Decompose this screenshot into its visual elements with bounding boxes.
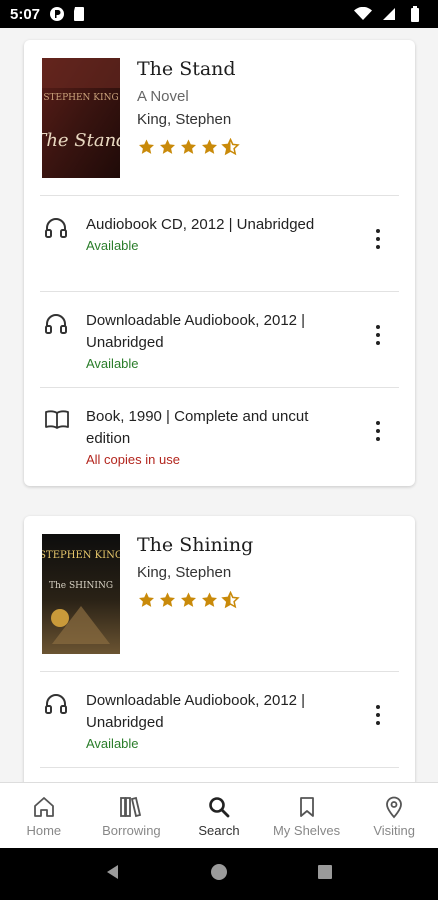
book-title[interactable]: The Shining bbox=[137, 534, 253, 556]
format-row[interactable]: Downloadable Audiobook, 2012 | Unabridge… bbox=[40, 672, 399, 768]
book-subtitle: A Novel bbox=[137, 88, 189, 105]
status-bar: 5:07 bbox=[0, 0, 438, 28]
format-row[interactable]: Downloadable Audiobook, 2012 | Unabridge… bbox=[40, 292, 399, 388]
home-icon bbox=[31, 794, 57, 820]
tab-my-shelves[interactable]: My Shelves bbox=[263, 783, 351, 848]
star-icon bbox=[202, 139, 217, 154]
tab-borrowing[interactable]: Borrowing bbox=[88, 783, 176, 848]
book-cover[interactable]: STEPHEN KING The SHINING bbox=[39, 534, 123, 654]
more-options-icon[interactable] bbox=[371, 418, 385, 444]
book-author: King, Stephen bbox=[137, 111, 232, 128]
tab-home[interactable]: Home bbox=[0, 783, 88, 848]
star-rating bbox=[137, 591, 253, 609]
star-icon bbox=[139, 139, 154, 154]
book-card: STEPHEN KING The SHINING The Shining Kin… bbox=[24, 516, 415, 782]
star-icon bbox=[181, 592, 196, 607]
book-card: STEPHEN KING The Stand The Stand A Novel… bbox=[24, 40, 415, 486]
availability-status: Available bbox=[86, 736, 139, 751]
battery-icon bbox=[406, 5, 424, 23]
headphones-icon bbox=[44, 216, 68, 240]
location-pin-icon bbox=[381, 794, 407, 820]
book-cover[interactable]: STEPHEN KING The Stand bbox=[34, 58, 128, 178]
format-row[interactable]: Audiobook CD, 2012 | Unabridged Availabl… bbox=[40, 196, 399, 292]
headphones-icon bbox=[44, 312, 68, 336]
system-nav-bar bbox=[0, 848, 438, 900]
books-icon bbox=[118, 794, 144, 820]
book-header[interactable]: STEPHEN KING The Stand The Stand A Novel… bbox=[34, 40, 399, 196]
book-author: King, Stephen bbox=[137, 564, 232, 581]
star-icon bbox=[139, 592, 154, 607]
half-star-icon bbox=[221, 591, 240, 609]
signal-icon bbox=[380, 5, 398, 23]
cover-title-text: The Stand bbox=[42, 130, 120, 151]
star-icon bbox=[181, 139, 196, 154]
tab-label: Search bbox=[198, 822, 240, 838]
format-title: Downloadable Audiobook, 2012 | Unabridge… bbox=[86, 692, 306, 731]
half-star-icon bbox=[221, 138, 240, 156]
book-icon bbox=[44, 408, 69, 432]
p-icon bbox=[48, 5, 66, 23]
star-rating bbox=[137, 138, 240, 156]
cover-author-text: STEPHEN KING bbox=[42, 550, 120, 561]
tab-search[interactable]: Search bbox=[175, 783, 263, 848]
bookmark-icon bbox=[294, 794, 320, 820]
recents-icon[interactable] bbox=[316, 863, 334, 886]
more-options-icon[interactable] bbox=[371, 226, 385, 252]
tab-visiting[interactable]: Visiting bbox=[350, 783, 438, 848]
back-icon[interactable] bbox=[104, 863, 122, 886]
sd-card-icon bbox=[70, 5, 88, 23]
cover-title-text: The SHINING bbox=[49, 581, 113, 591]
search-results[interactable]: STEPHEN KING The Stand The Stand A Novel… bbox=[0, 28, 438, 782]
tab-label: Home bbox=[26, 822, 62, 838]
tab-label: Visiting bbox=[373, 822, 416, 838]
book-header[interactable]: STEPHEN KING The SHINING The Shining Kin… bbox=[39, 516, 399, 672]
search-icon bbox=[206, 794, 232, 820]
status-time: 5:07 bbox=[10, 5, 41, 23]
format-title: Book, 1990 | Complete and uncut edition bbox=[86, 408, 309, 447]
format-row[interactable]: Book, 1990 | Complete and uncut edition … bbox=[40, 388, 399, 484]
cover-author-text: STEPHEN KING bbox=[43, 93, 118, 103]
star-icon bbox=[202, 592, 217, 607]
format-title: Downloadable Audiobook, 2012 | Unabridge… bbox=[86, 312, 306, 351]
wifi-icon bbox=[354, 5, 372, 23]
home-button-icon[interactable] bbox=[210, 863, 228, 886]
bottom-tab-bar: Home Borrowing Search My Shelves Visitin… bbox=[0, 782, 438, 848]
tab-label: My Shelves bbox=[272, 822, 341, 838]
availability-status: Available bbox=[86, 238, 139, 253]
more-options-icon[interactable] bbox=[371, 322, 385, 348]
star-icon bbox=[160, 592, 175, 607]
star-icon bbox=[160, 139, 175, 154]
book-title[interactable]: The Stand bbox=[137, 58, 240, 80]
format-title: Audiobook CD, 2012 | Unabridged bbox=[86, 216, 315, 233]
availability-status: All copies in use bbox=[86, 452, 180, 467]
tab-label: Borrowing bbox=[102, 822, 161, 838]
availability-status: Available bbox=[86, 356, 139, 371]
more-options-icon[interactable] bbox=[371, 702, 385, 728]
headphones-icon bbox=[44, 692, 68, 716]
